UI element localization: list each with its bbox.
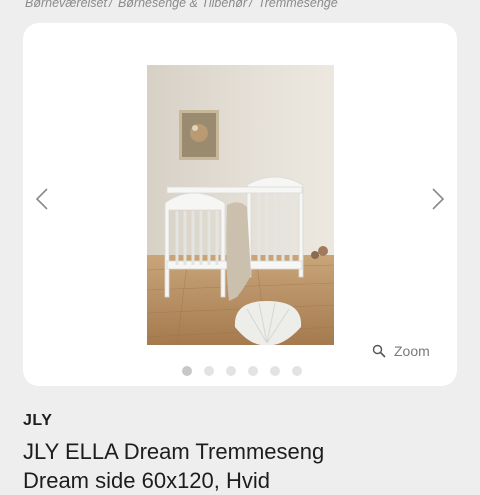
prev-image-button[interactable] [32,184,52,214]
gallery-dot-5[interactable] [270,366,280,376]
gallery-pagination [0,366,480,376]
chevron-right-icon [432,188,445,210]
breadcrumb-item-tremmesenge[interactable]: Tremmesenge [258,0,338,10]
zoom-label: Zoom [394,343,430,359]
magnifier-icon [372,344,386,358]
chevron-left-icon [35,188,48,210]
gallery-dot-2[interactable] [204,366,214,376]
crib-room-illustration [147,65,334,345]
breadcrumb-item-boernesenge[interactable]: Børnesenge & Tilbehør [118,0,247,10]
gallery-dot-1[interactable] [182,366,192,376]
product-brand[interactable]: JLY [23,412,52,430]
breadcrumb-item-boernevaerelset[interactable]: Børneværelset [25,0,107,10]
product-title-line-2: Dream side 60x120, Hvid [23,468,271,493]
zoom-button[interactable]: Zoom [372,343,430,359]
gallery-dot-6[interactable] [292,366,302,376]
gallery-dot-4[interactable] [248,366,258,376]
breadcrumb-separator: / [249,0,253,10]
next-image-button[interactable] [428,184,448,214]
product-image[interactable] [147,65,334,345]
breadcrumb-separator: / [108,0,113,10]
product-title: JLY ELLA Dream Tremmeseng Dream side 60x… [23,437,463,495]
gallery-dot-3[interactable] [226,366,236,376]
breadcrumb: Børneværelset / Børnesenge & Tilbehør / Tr… [25,0,338,10]
product-title-line-1: JLY ELLA Dream Tremmeseng [23,439,325,464]
